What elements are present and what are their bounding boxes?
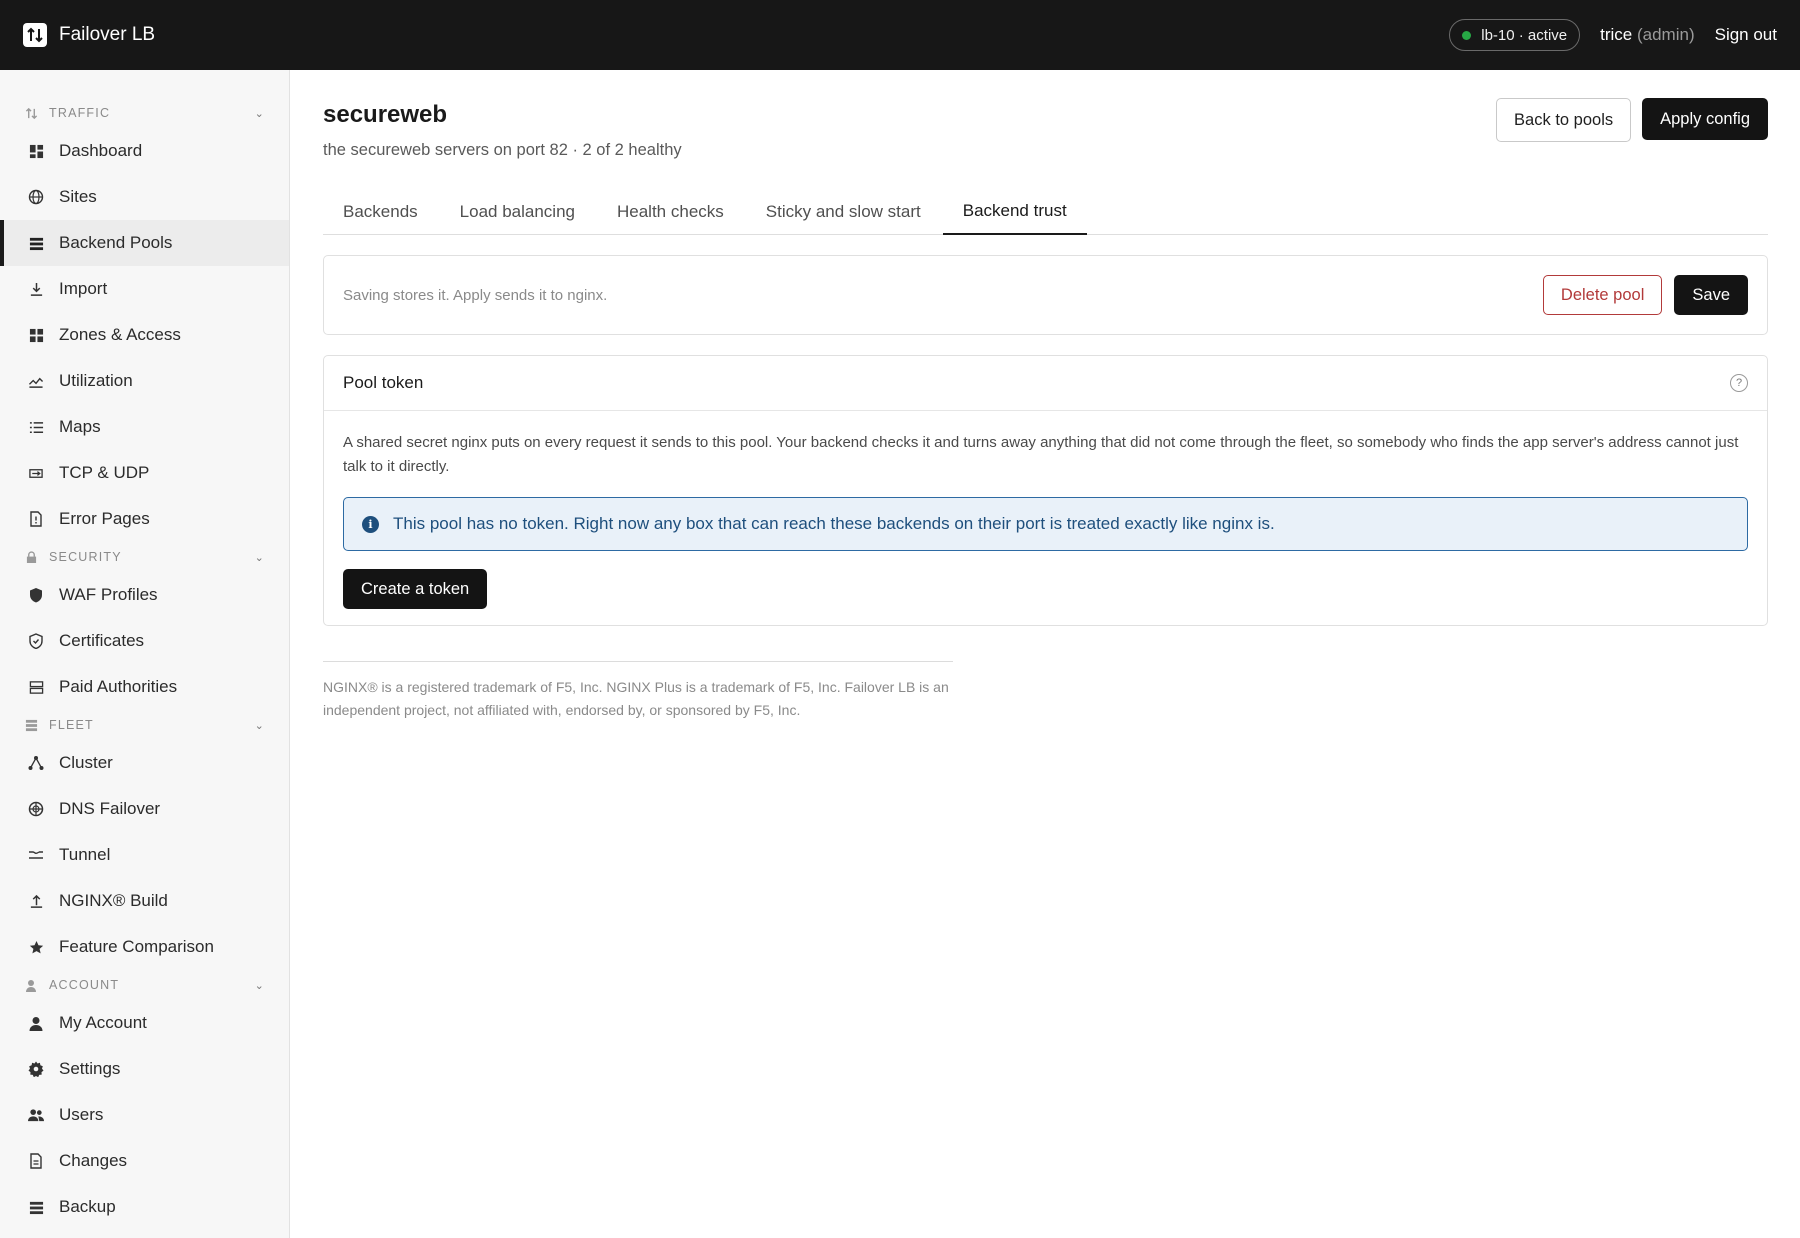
delete-pool-button[interactable]: Delete pool xyxy=(1542,275,1663,315)
chevron-down-icon[interactable]: ⌄ xyxy=(255,979,265,992)
person-icon xyxy=(24,979,38,992)
sidebar-item-backup[interactable]: Backup xyxy=(0,1184,289,1230)
sidebar-item-my-account[interactable]: My Account xyxy=(0,1000,289,1046)
pool-tabs: Backends Load balancing Health checks St… xyxy=(323,188,1768,235)
tab-backend-trust[interactable]: Backend trust xyxy=(942,188,1087,235)
save-hint: Saving stores it. Apply sends it to ngin… xyxy=(343,286,608,304)
download-icon xyxy=(28,281,44,297)
tunnel-icon xyxy=(28,847,44,863)
chevron-down-icon[interactable]: ⌄ xyxy=(255,551,265,564)
sidebar-item-tunnel[interactable]: Tunnel xyxy=(0,832,289,878)
help-icon[interactable]: ? xyxy=(1730,374,1748,392)
sidebar-section-security[interactable]: SECURITY ⌄ xyxy=(0,542,289,572)
footer-divider xyxy=(323,661,953,662)
sidebar: TRAFFIC ⌄ Dashboard Sites Backend Pools … xyxy=(0,70,290,1238)
sidebar-item-sites[interactable]: Sites xyxy=(0,174,289,220)
top-bar: Failover LB lb-10 · active trice (admin)… xyxy=(0,0,1800,70)
sidebar-item-zones-access[interactable]: Zones & Access xyxy=(0,312,289,358)
sidebar-item-certificates[interactable]: Certificates xyxy=(0,618,289,664)
apply-config-button[interactable]: Apply config xyxy=(1642,98,1768,140)
tab-health-checks[interactable]: Health checks xyxy=(597,188,744,235)
sidebar-item-users[interactable]: Users xyxy=(0,1092,289,1138)
card-title: Pool token xyxy=(343,373,424,392)
node-status-badge[interactable]: lb-10 · active xyxy=(1449,19,1581,51)
tab-backends[interactable]: Backends xyxy=(323,188,438,235)
fleet-icon xyxy=(24,719,38,732)
sidebar-item-waf-profiles[interactable]: WAF Profiles xyxy=(0,572,289,618)
footer-trademark: NGINX® is a registered trademark of F5, … xyxy=(323,679,949,718)
sidebar-section-fleet[interactable]: FLEET ⌄ xyxy=(0,710,289,740)
file-alert-icon xyxy=(28,511,44,527)
sidebar-item-settings[interactable]: Settings xyxy=(0,1046,289,1092)
failover-logo-icon xyxy=(23,23,47,47)
info-icon: i xyxy=(362,515,379,533)
sidebar-item-feature-comparison[interactable]: Feature Comparison xyxy=(0,924,289,970)
port-icon xyxy=(28,465,44,481)
gear-icon xyxy=(28,1061,44,1077)
document-icon xyxy=(28,1153,44,1169)
sidebar-section-account[interactable]: ACCOUNT ⌄ xyxy=(0,970,289,1000)
dashboard-icon xyxy=(28,143,44,159)
sidebar-item-dashboard[interactable]: Dashboard xyxy=(0,128,289,174)
sidebar-item-dns-failover[interactable]: DNS Failover xyxy=(0,786,289,832)
grid-icon xyxy=(28,327,44,343)
chevron-down-icon[interactable]: ⌄ xyxy=(255,719,265,732)
sidebar-item-changes[interactable]: Changes xyxy=(0,1138,289,1184)
stack-icon xyxy=(28,235,44,251)
sidebar-item-cluster[interactable]: Cluster xyxy=(0,740,289,786)
sidebar-item-backend-pools[interactable]: Backend Pools xyxy=(0,220,289,266)
sidebar-item-paid-authorities[interactable]: Paid Authorities xyxy=(0,664,289,710)
list-icon xyxy=(28,419,44,435)
save-bar: Saving stores it. Apply sends it to ngin… xyxy=(323,255,1768,335)
app-name: Failover LB xyxy=(59,24,156,45)
shield-check-icon xyxy=(28,633,44,649)
back-to-pools-button[interactable]: Back to pools xyxy=(1496,98,1632,142)
server-icon xyxy=(28,679,44,695)
sidebar-item-maps[interactable]: Maps xyxy=(0,404,289,450)
node-status-text: lb-10 · active xyxy=(1481,26,1568,44)
no-token-alert: i This pool has no token. Right now any … xyxy=(343,497,1748,551)
dns-globe-icon xyxy=(28,801,44,817)
user-role: (admin) xyxy=(1636,25,1695,44)
sidebar-item-utilization[interactable]: Utilization xyxy=(0,358,289,404)
page-subtitle: the secureweb servers on port 82 · 2 of … xyxy=(323,141,682,159)
upload-icon xyxy=(28,893,44,909)
users-icon xyxy=(28,1107,44,1123)
sidebar-section-traffic[interactable]: TRAFFIC ⌄ xyxy=(0,98,289,128)
save-button[interactable]: Save xyxy=(1674,275,1748,315)
cluster-icon xyxy=(28,755,44,771)
sidebar-item-tcp-udp[interactable]: TCP & UDP xyxy=(0,450,289,496)
traffic-icon xyxy=(24,107,38,120)
pool-token-card: Pool token ? A shared secret nginx puts … xyxy=(323,355,1768,626)
card-description: A shared secret nginx puts on every requ… xyxy=(343,434,1739,475)
user-name: trice xyxy=(1600,25,1633,44)
backup-icon xyxy=(28,1199,44,1215)
star-icon xyxy=(28,939,44,955)
globe-icon xyxy=(28,189,44,205)
lock-icon xyxy=(24,550,38,564)
sign-out-link[interactable]: Sign out xyxy=(1715,25,1777,45)
chevron-down-icon[interactable]: ⌄ xyxy=(255,107,265,120)
tab-sticky-slow-start[interactable]: Sticky and slow start xyxy=(746,188,941,235)
create-token-button[interactable]: Create a token xyxy=(343,569,488,609)
brand[interactable]: Failover LB xyxy=(23,23,155,47)
tab-load-balancing[interactable]: Load balancing xyxy=(440,188,595,235)
current-user: trice (admin) xyxy=(1600,25,1694,45)
chart-icon xyxy=(28,373,44,389)
user-icon xyxy=(28,1015,44,1031)
status-dot-icon xyxy=(1462,30,1472,40)
page-title: secureweb xyxy=(323,101,448,128)
sidebar-item-error-pages[interactable]: Error Pages xyxy=(0,496,289,542)
sidebar-item-nginx-build[interactable]: NGINX® Build xyxy=(0,878,289,924)
sidebar-item-import[interactable]: Import xyxy=(0,266,289,312)
alert-text: This pool has no token. Right now any bo… xyxy=(393,514,1275,533)
shield-icon xyxy=(28,587,44,603)
